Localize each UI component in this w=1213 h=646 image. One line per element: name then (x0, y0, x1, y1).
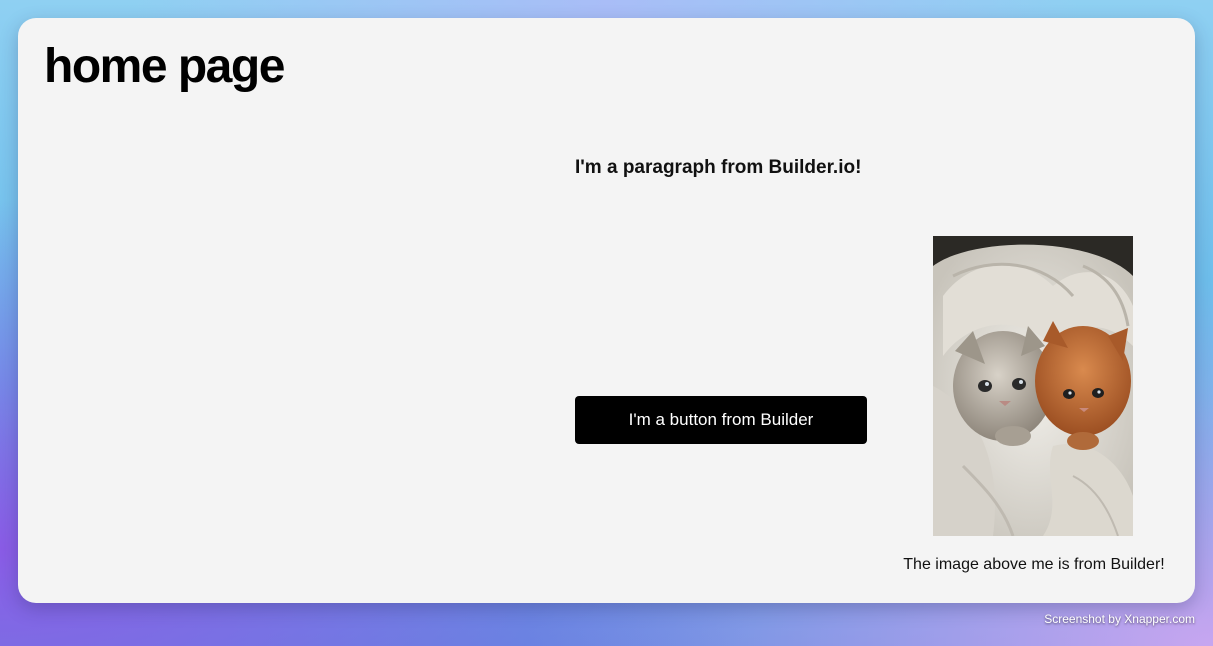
builder-paragraph: I'm a paragraph from Builder.io! (575, 157, 862, 178)
builder-button[interactable]: I'm a button from Builder (575, 396, 867, 444)
browser-window: home page I'm a paragraph from Builder.i… (18, 18, 1195, 603)
kitten-image (933, 236, 1133, 536)
kittens-illustration (933, 236, 1133, 536)
image-caption: The image above me is from Builder! (903, 556, 1165, 573)
page-title: home page (44, 40, 285, 93)
watermark: Screenshot by Xnapper.com (1044, 612, 1195, 626)
